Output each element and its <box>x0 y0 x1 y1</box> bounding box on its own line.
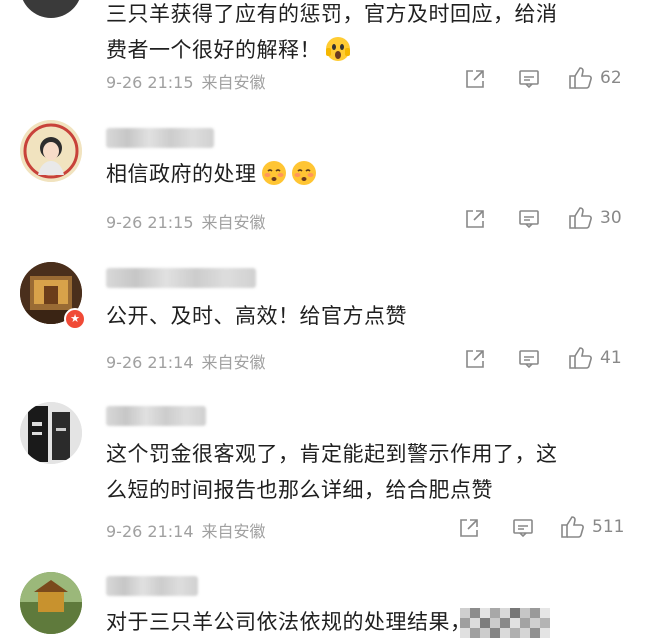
avatar[interactable] <box>20 402 82 464</box>
comment-meta: 9-26 21:14 来自安徽 <box>106 518 266 542</box>
share-icon <box>466 70 484 88</box>
reply-button[interactable] <box>518 348 540 370</box>
thumbs-up-icon <box>569 207 592 229</box>
username-blurred[interactable] <box>106 406 206 426</box>
reply-button[interactable] <box>512 517 534 539</box>
comment-meta: 9-26 21:14 来自安徽 <box>106 349 266 373</box>
comment-time: 9-26 21:14 <box>106 353 194 372</box>
share-icon <box>466 350 484 368</box>
like-count: 511 <box>592 517 625 537</box>
mosaic-overlay <box>460 608 550 638</box>
avatar[interactable] <box>20 0 82 18</box>
blushing-face-emoji <box>291 161 316 185</box>
like-count: 62 <box>600 68 622 88</box>
verified-badge: ★ <box>64 308 86 330</box>
reply-button[interactable] <box>518 208 540 230</box>
share-icon <box>466 210 484 228</box>
share-button[interactable] <box>464 348 486 370</box>
comment-text: 三只羊获得了应有的惩罚，官方及时回应，给消 费者一个很好的解释！ <box>106 0 610 68</box>
thumbs-up-icon <box>569 67 592 89</box>
comment-icon <box>519 70 539 89</box>
comment-time: 9-26 21:15 <box>106 213 194 232</box>
like-button[interactable]: 511 <box>560 515 624 539</box>
comment-time: 9-26 21:14 <box>106 522 194 541</box>
share-icon <box>460 519 478 537</box>
comment-text-line: 三只羊获得了应有的惩罚，官方及时回应，给消 <box>106 2 558 26</box>
avatar-image <box>20 402 82 464</box>
comment-icon <box>519 350 539 369</box>
comment-text: 这个罚金很客观了，肯定能起到警示作用了，这 么短的时间报告也那么详细，给合肥点赞 <box>106 436 610 508</box>
username-blurred[interactable] <box>106 576 198 596</box>
like-button[interactable]: 62 <box>568 66 622 90</box>
comment-text-line: 么短的时间报告也那么详细，给合肥点赞 <box>106 478 493 502</box>
comment-icon <box>513 519 533 538</box>
comment-text: 公开、及时、高效！给官方点赞 <box>106 304 407 328</box>
comment-time: 9-26 21:15 <box>106 73 194 92</box>
comment-icon <box>519 210 539 229</box>
like-count: 30 <box>600 208 622 228</box>
thumbs-up-icon <box>569 347 592 369</box>
username-blurred[interactable] <box>106 268 256 288</box>
comment-location: 来自安徽 <box>201 522 266 541</box>
comment-text-line: 费者一个很好的解释！ <box>106 32 610 68</box>
scream-face-emoji <box>326 37 350 61</box>
comment-text-line: 这个罚金很客观了，肯定能起到警示作用了，这 <box>106 442 558 466</box>
like-count: 41 <box>600 348 622 368</box>
share-button[interactable] <box>458 517 480 539</box>
share-button[interactable] <box>464 208 486 230</box>
comment-location: 来自安徽 <box>201 353 266 372</box>
avatar-image <box>20 120 82 182</box>
avatar-image <box>20 572 82 634</box>
comment-text: 相信政府的处理 <box>106 156 610 192</box>
blushing-face-emoji <box>261 161 286 185</box>
comment-location: 来自安徽 <box>201 213 266 232</box>
comment-location: 来自安徽 <box>201 73 266 92</box>
share-button[interactable] <box>464 68 486 90</box>
like-button[interactable]: 41 <box>568 346 622 370</box>
comment-meta: 9-26 21:15 来自安徽 <box>106 209 266 233</box>
avatar[interactable] <box>20 572 82 634</box>
comment-meta: 9-26 21:15 来自安徽 <box>106 69 266 93</box>
like-button[interactable]: 30 <box>568 206 622 230</box>
avatar[interactable] <box>20 120 82 182</box>
thumbs-up-icon <box>561 516 584 538</box>
username-blurred[interactable] <box>106 128 214 148</box>
reply-button[interactable] <box>518 68 540 90</box>
